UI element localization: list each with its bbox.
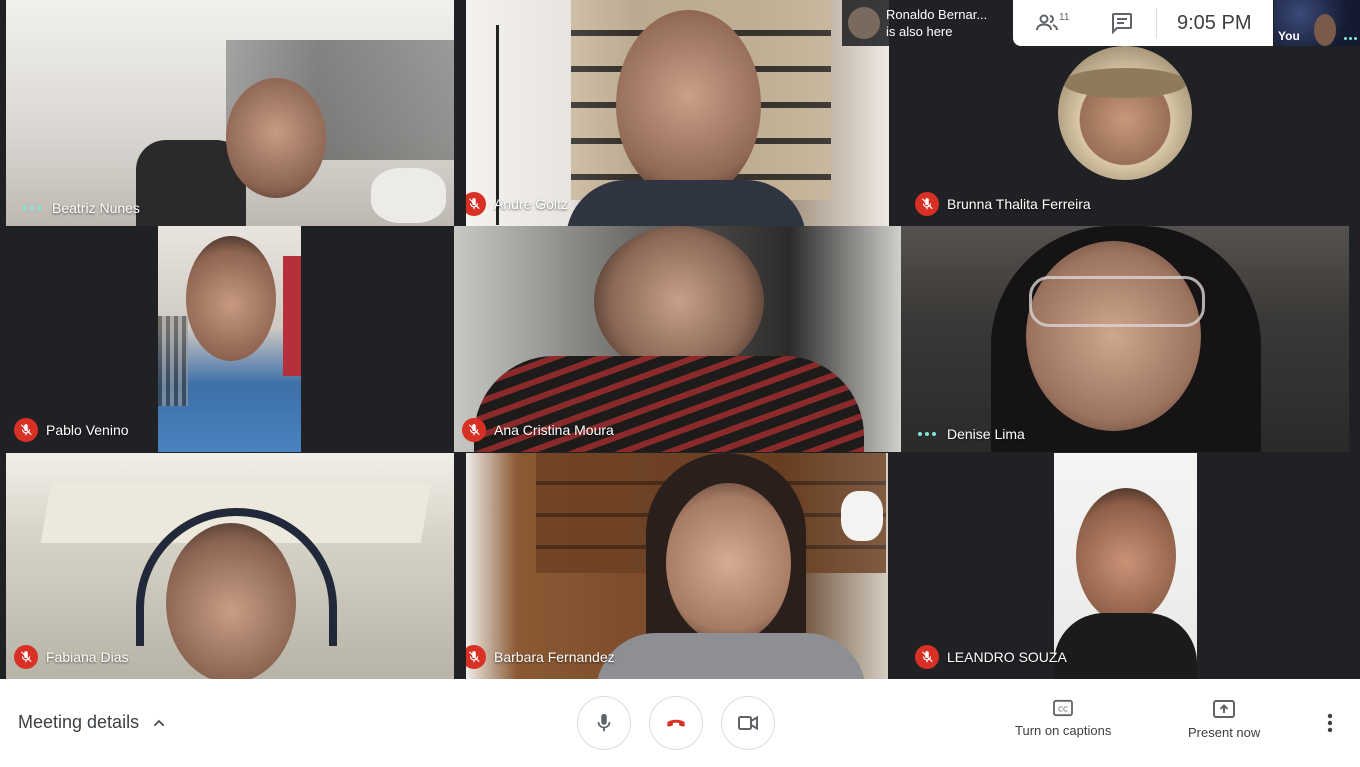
self-view[interactable]: You	[1274, 0, 1360, 46]
notification-message: is also here	[886, 24, 953, 39]
speaking-indicator-icon	[20, 206, 44, 210]
notification-avatar	[848, 7, 880, 39]
dog	[371, 168, 446, 223]
participant-grid: Beatriz Nunes Andre Goltz Brunna Thalita…	[0, 0, 1360, 679]
notification-text: Ronaldo Bernar... is also here	[886, 6, 987, 40]
elephant-figurine	[841, 491, 883, 541]
chevron-up-icon	[153, 719, 165, 726]
captions-button[interactable]: CC Turn on captions	[1015, 699, 1111, 738]
wall-photos	[158, 316, 188, 406]
participant-face	[166, 523, 296, 679]
video-feed	[901, 226, 1349, 452]
speaking-indicator-icon	[915, 432, 939, 436]
participant-name-label: LEANDRO SOUZA	[915, 645, 1067, 669]
self-options-icon[interactable]	[1344, 37, 1357, 40]
hang-up-icon	[667, 719, 685, 727]
participant-face	[616, 10, 761, 200]
meeting-details-button[interactable]: Meeting details	[18, 712, 167, 733]
video-feed	[6, 0, 454, 226]
svg-text:CC: CC	[1058, 705, 1068, 714]
self-face	[1314, 14, 1336, 46]
participant-tile[interactable]: Ana Cristina Moura	[454, 226, 901, 452]
present-now-button[interactable]: Present now	[1188, 699, 1260, 740]
participant-tile[interactable]: Beatriz Nunes	[6, 0, 454, 226]
participant-tile[interactable]: Denise Lima	[901, 226, 1349, 452]
microphone-button[interactable]	[577, 696, 631, 750]
participant-name-label: Ana Cristina Moura	[462, 418, 614, 442]
avatar-circle	[1058, 46, 1192, 180]
participant-name-label: Denise Lima	[915, 426, 1025, 442]
chat-button[interactable]	[1110, 11, 1134, 35]
mic-off-icon	[14, 645, 38, 669]
mic-off-icon	[466, 645, 486, 669]
notification-name: Ronaldo Bernar...	[886, 7, 988, 22]
mic-off-icon	[14, 418, 38, 442]
participant-face	[226, 78, 326, 198]
participant-name-label: Brunna Thalita Ferreira	[915, 192, 1091, 216]
participant-name-label: Beatriz Nunes	[20, 200, 140, 216]
more-options-button[interactable]	[1318, 709, 1342, 737]
leave-call-button[interactable]	[649, 696, 703, 750]
meeting-details-label: Meeting details	[18, 712, 140, 732]
sweater	[596, 633, 866, 679]
participant-tile[interactable]: Barbara Fernandez	[466, 453, 888, 679]
clock-time: 9:05 PM	[1177, 12, 1252, 34]
participant-tile[interactable]: Fabiana Dias	[6, 453, 454, 679]
video-camera-icon	[738, 715, 758, 731]
present-screen-icon	[1213, 700, 1236, 718]
people-icon	[1036, 14, 1058, 31]
participant-face	[186, 236, 276, 361]
participant-face	[1076, 488, 1176, 623]
top-info-bar: 11 9:05 PM	[1013, 0, 1273, 46]
people-button[interactable]: 11	[1035, 10, 1075, 36]
captions-label: Turn on captions	[1015, 723, 1112, 738]
camera-button[interactable]	[721, 696, 775, 750]
red-jacket	[283, 256, 301, 376]
microphone-icon	[597, 713, 611, 732]
participant-tile[interactable]: Pablo Venino	[6, 226, 454, 452]
participant-face	[1026, 241, 1201, 431]
participant-face	[666, 483, 791, 643]
video-feed	[158, 226, 301, 452]
chat-icon	[1112, 13, 1132, 35]
participant-tile[interactable]: LEANDRO SOUZA	[901, 453, 1349, 679]
participant-face	[594, 226, 764, 376]
join-notification: Ronaldo Bernar... is also here	[842, 0, 1013, 46]
present-label: Present now	[1188, 725, 1261, 740]
participant-tile[interactable]: Andre Goltz	[466, 0, 889, 226]
more-vert-icon	[1327, 713, 1333, 733]
shirt	[566, 180, 806, 226]
video-feed	[1054, 453, 1197, 679]
participant-name-label: Andre Goltz	[466, 192, 568, 216]
closed-captions-icon: CC	[1053, 699, 1074, 717]
self-label: You	[1278, 29, 1300, 43]
glasses	[1029, 276, 1205, 327]
participant-name-label: Pablo Venino	[14, 418, 129, 442]
participant-name-label: Barbara Fernandez	[466, 645, 615, 669]
bottom-control-bar: Meeting details CC Turn on captions Pres…	[0, 679, 1360, 767]
shirt	[1054, 613, 1197, 679]
mic-off-icon	[915, 192, 939, 216]
mic-off-icon	[466, 192, 486, 216]
mic-off-icon	[462, 418, 486, 442]
participant-name-label: Fabiana Dias	[14, 645, 129, 669]
divider	[1156, 8, 1157, 38]
mic-off-icon	[915, 645, 939, 669]
hat	[1063, 68, 1187, 98]
people-count-badge: 11	[1059, 11, 1070, 23]
